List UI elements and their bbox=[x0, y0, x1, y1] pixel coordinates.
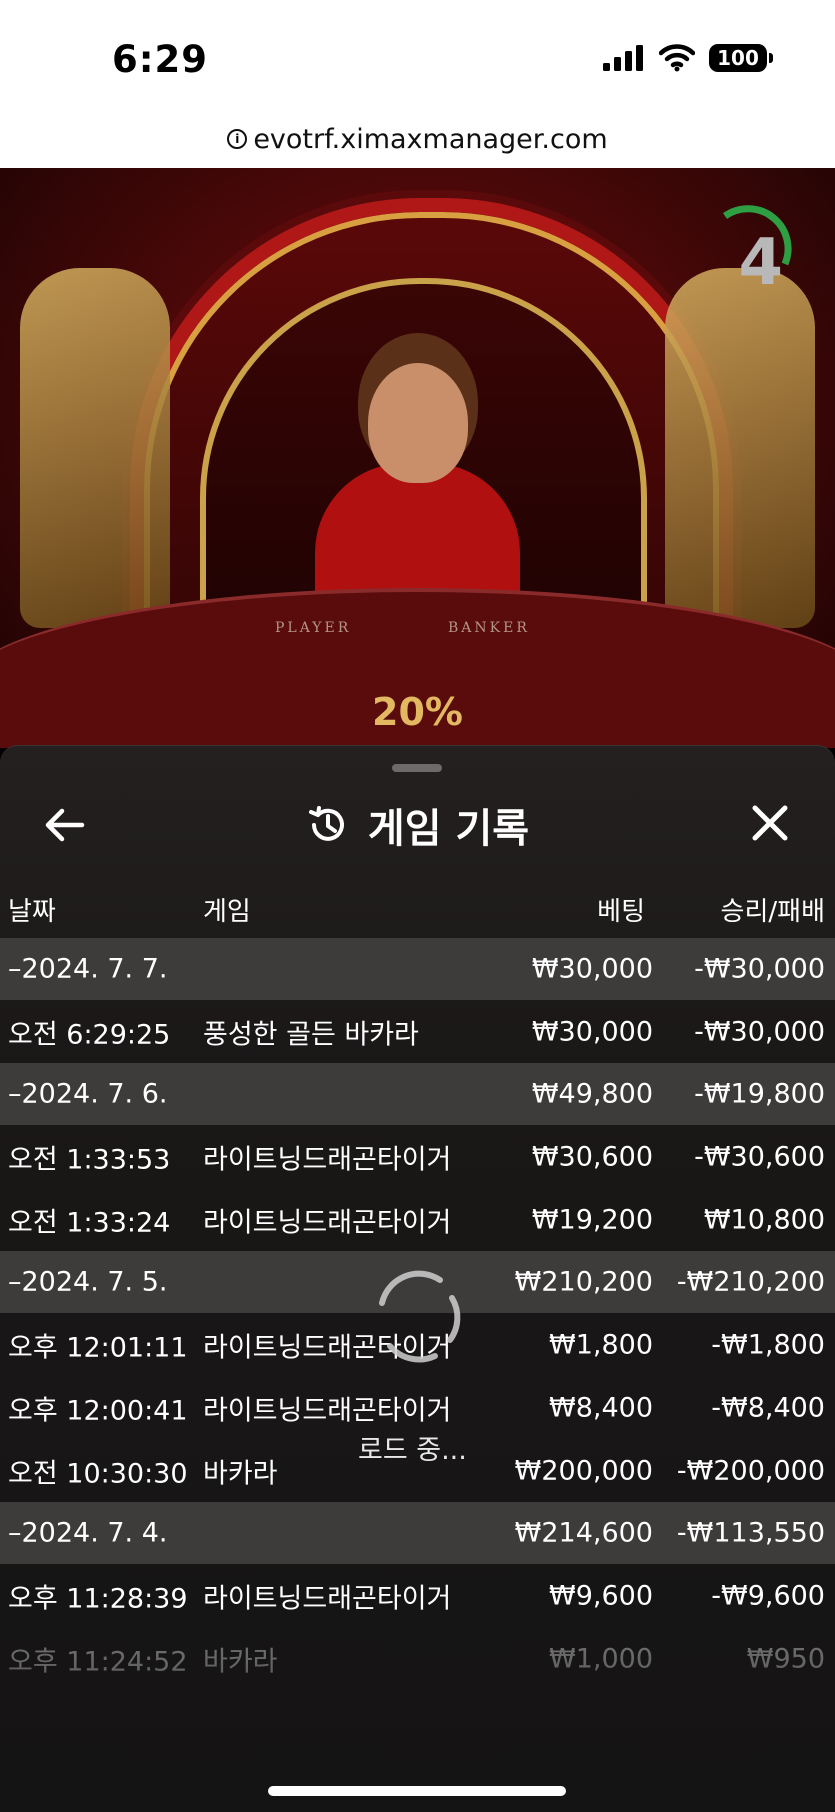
row-time: 오전 6:29:25 bbox=[8, 1019, 171, 1050]
row-winloss: ₩950 bbox=[746, 1643, 825, 1674]
row-game: 풍성한 골든 바카라 bbox=[203, 1019, 419, 1050]
dragon-statue-right bbox=[665, 268, 815, 628]
history-row: 오전 1:33:53 라이트닝드래곤타이거 ₩30,600 -₩30,600 bbox=[0, 1125, 835, 1188]
row-time: 오전 1:33:53 bbox=[8, 1144, 171, 1175]
row-winloss: -₩30,000 bbox=[694, 1016, 825, 1047]
table-label-player: PLAYER bbox=[275, 620, 352, 636]
row-bet: ₩214,600 bbox=[514, 1517, 653, 1549]
battery-icon: 100 bbox=[709, 44, 773, 72]
row-time: 오후 12:00:41 bbox=[8, 1395, 188, 1426]
dragon-statue-left bbox=[20, 268, 170, 628]
row-bet: ₩9,600 bbox=[549, 1580, 653, 1611]
close-icon[interactable] bbox=[745, 798, 795, 848]
row-winloss: ₩10,800 bbox=[703, 1204, 825, 1235]
status-bar: 6:29 100 bbox=[0, 0, 835, 110]
row-game: 라이트닝드래곤타이거 bbox=[203, 1395, 452, 1426]
history-row: 오후 11:24:52 바카라 ₩1,000 ₩950 bbox=[0, 1627, 835, 1690]
history-icon bbox=[308, 806, 344, 841]
row-winloss: -₩30,600 bbox=[694, 1141, 825, 1172]
battery-level: 100 bbox=[717, 46, 759, 70]
signal-icon bbox=[603, 45, 643, 71]
status-icons: 100 bbox=[603, 44, 773, 72]
date-group-row[interactable]: –2024. 7. 7. ₩30,000 -₩30,000 bbox=[0, 938, 835, 1000]
row-bet: ₩30,000 bbox=[531, 1016, 653, 1047]
row-winloss: -₩200,000 bbox=[676, 1455, 825, 1486]
drag-handle[interactable] bbox=[392, 764, 442, 772]
row-bet: ₩8,400 bbox=[549, 1392, 653, 1423]
row-game: 바카라 bbox=[203, 1646, 278, 1677]
countdown-number: 4 bbox=[738, 226, 783, 300]
info-icon[interactable]: i bbox=[227, 129, 248, 149]
row-bet: ₩19,200 bbox=[531, 1204, 653, 1235]
history-row: 오후 11:28:39 라이트닝드래곤타이거 ₩9,600 -₩9,600 bbox=[0, 1564, 835, 1627]
col-winloss: 승리/패배 bbox=[720, 897, 825, 927]
date-group-row[interactable]: –2024. 7. 4. ₩214,600 -₩113,550 bbox=[0, 1502, 835, 1564]
row-time: –2024. 7. 5. bbox=[8, 1266, 168, 1298]
address-bar[interactable]: i evotrf.ximaxmanager.com bbox=[0, 110, 835, 169]
url-text[interactable]: evotrf.ximaxmanager.com bbox=[253, 124, 607, 155]
row-time: 오전 10:30:30 bbox=[8, 1458, 188, 1489]
row-bet: ₩30,600 bbox=[531, 1141, 653, 1172]
panel-title: 게임 기록 bbox=[367, 806, 530, 852]
row-game: 바카라 bbox=[203, 1458, 278, 1489]
row-bet: ₩1,000 bbox=[549, 1643, 653, 1674]
loading-text: 로드 중... bbox=[358, 1435, 467, 1466]
wifi-icon bbox=[659, 44, 695, 72]
row-time: 오후 12:01:11 bbox=[8, 1332, 188, 1363]
row-time: –2024. 7. 7. bbox=[8, 953, 168, 985]
status-time: 6:29 bbox=[112, 38, 209, 81]
history-row: 오전 1:33:24 라이트닝드래곤타이거 ₩19,200 ₩10,800 bbox=[0, 1188, 835, 1251]
row-winloss: -₩30,000 bbox=[694, 953, 825, 985]
date-group-row[interactable]: –2024. 7. 6. ₩49,800 -₩19,800 bbox=[0, 1063, 835, 1125]
row-winloss: -₩210,200 bbox=[676, 1266, 825, 1298]
col-bet: 베팅 bbox=[597, 897, 645, 927]
row-bet: ₩49,800 bbox=[531, 1078, 653, 1110]
row-winloss: -₩113,550 bbox=[676, 1517, 825, 1549]
multiplier-label: 20% bbox=[372, 690, 463, 734]
row-game: 라이트닝드래곤타이거 bbox=[203, 1207, 452, 1238]
row-game: 라이트닝드래곤타이거 bbox=[203, 1144, 452, 1175]
table-label-banker: BANKER bbox=[448, 620, 530, 636]
table-header: 날짜 게임 베팅 승리/패배 bbox=[0, 881, 835, 931]
row-time: 오전 1:33:24 bbox=[8, 1207, 171, 1238]
row-time: –2024. 7. 4. bbox=[8, 1517, 168, 1549]
row-game: 라이트닝드래곤타이거 bbox=[203, 1583, 452, 1614]
loading-spinner-icon bbox=[379, 1270, 461, 1363]
row-bet: ₩1,800 bbox=[549, 1329, 653, 1360]
row-winloss: -₩1,800 bbox=[711, 1329, 825, 1360]
row-winloss: -₩19,800 bbox=[694, 1078, 825, 1110]
panel-title-group: 게임 기록 bbox=[0, 796, 835, 854]
dealer-head bbox=[368, 363, 468, 483]
history-row: 오전 6:29:25 풍성한 골든 바카라 ₩30,000 -₩30,000 bbox=[0, 1000, 835, 1063]
row-time: –2024. 7. 6. bbox=[8, 1078, 168, 1110]
row-time: 오후 11:28:39 bbox=[8, 1583, 188, 1614]
row-bet: ₩210,200 bbox=[514, 1266, 653, 1298]
live-video-stream: PLAYER BANKER 4 20% bbox=[0, 168, 835, 748]
row-bet: ₩30,000 bbox=[531, 953, 653, 985]
row-winloss: -₩9,600 bbox=[711, 1580, 825, 1611]
row-time: 오후 11:24:52 bbox=[8, 1646, 188, 1677]
row-winloss: -₩8,400 bbox=[711, 1392, 825, 1423]
col-date: 날짜 bbox=[8, 897, 56, 927]
panel-header: 게임 기록 bbox=[0, 786, 835, 866]
home-indicator[interactable] bbox=[268, 1786, 566, 1796]
col-game: 게임 bbox=[203, 897, 251, 927]
row-bet: ₩200,000 bbox=[514, 1455, 653, 1486]
